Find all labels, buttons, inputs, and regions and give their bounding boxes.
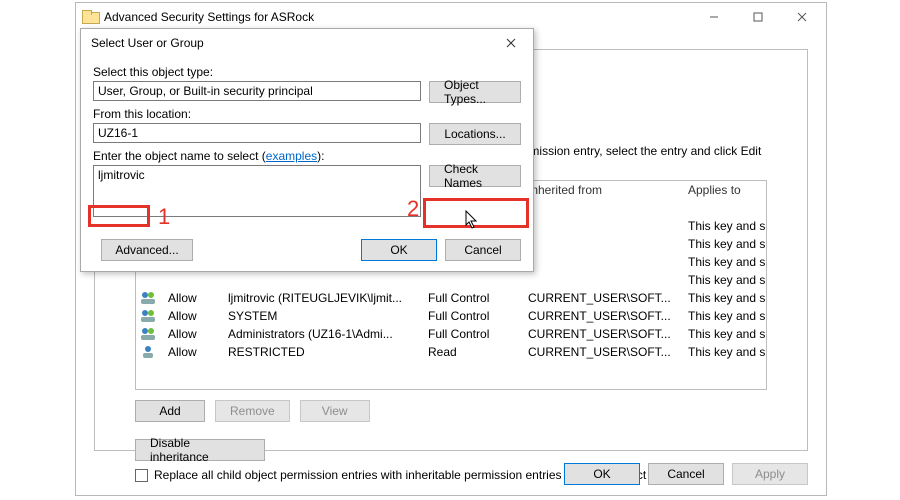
cell-applies: This key and subkeys (688, 237, 766, 251)
locations-button[interactable]: Locations... (429, 123, 521, 145)
object-name-label: Enter the object name to select (example… (93, 149, 521, 163)
cell-applies: This key and subkeys (688, 291, 766, 305)
dialog-footer: Advanced... OK Cancel (93, 239, 521, 261)
cell-access: Full Control (428, 309, 528, 323)
table-row[interactable]: Allow ljmitrovic (RITEUGLJEVIK\ljmit... … (136, 289, 766, 307)
cell-principal: ljmitrovic (RITEUGLJEVIK\ljmit... (228, 291, 428, 305)
cell-type: Allow (168, 309, 228, 323)
cancel-button[interactable]: Cancel (648, 463, 724, 485)
advanced-button[interactable]: Advanced... (101, 239, 193, 261)
cell-principal: SYSTEM (228, 309, 428, 323)
cell-applies: This key and subkeys (688, 309, 766, 323)
object-type-field[interactable]: User, Group, or Built-in security princi… (93, 81, 421, 101)
cell-type: Allow (168, 291, 228, 305)
apply-button: Apply (732, 463, 808, 485)
dialog-footer: OK Cancel Apply (564, 463, 808, 485)
cell-applies: This key and subkeys (688, 255, 766, 269)
object-type-label: Select this object type: (93, 65, 521, 79)
cell-type: Allow (168, 345, 228, 359)
add-button[interactable]: Add (135, 400, 205, 422)
col-applies: Applies to (688, 183, 762, 197)
user-icon (140, 345, 156, 359)
maximize-button[interactable] (736, 3, 780, 31)
cell-applies: This key and subkeys (688, 219, 766, 233)
titlebar: Advanced Security Settings for ASRock (76, 3, 826, 31)
table-row[interactable]: Allow Administrators (UZ16-1\Admi... Ful… (136, 325, 766, 343)
object-types-button[interactable]: Object Types... (429, 81, 521, 103)
group-icon (140, 291, 156, 305)
close-button[interactable] (780, 3, 824, 31)
dialog-close-button[interactable] (491, 29, 531, 57)
view-button: View (300, 400, 370, 422)
table-row[interactable]: Allow SYSTEM Full Control CURRENT_USER\S… (136, 307, 766, 325)
cell-applies: This key and subkeys (688, 345, 766, 359)
cell-principal: RESTRICTED (228, 345, 428, 359)
cell-applies: This key and subkeys (688, 273, 766, 287)
folder-icon (82, 10, 98, 24)
cell-access: Full Control (428, 327, 528, 341)
disable-inheritance-row: Disable inheritance (135, 436, 265, 461)
minimize-button[interactable] (692, 3, 736, 31)
select-user-dialog: Select User or Group Select this object … (80, 28, 534, 272)
location-label: From this location: (93, 107, 521, 121)
group-icon (140, 309, 156, 323)
cell-type: Allow (168, 327, 228, 341)
examples-link[interactable]: examples (266, 149, 317, 163)
table-row[interactable]: Allow RESTRICTED Read CURRENT_USER\SOFT.… (136, 343, 766, 361)
dialog-titlebar: Select User or Group (81, 29, 533, 57)
cell-applies: This key and subkeys (688, 327, 766, 341)
location-field[interactable]: UZ16-1 (93, 123, 421, 143)
permission-buttons: Add Remove View (135, 400, 370, 422)
disable-inheritance-button[interactable]: Disable inheritance (135, 439, 265, 461)
cell-inherited: CURRENT_USER\SOFT... (528, 291, 688, 305)
table-row[interactable]: This key and subkeys (136, 271, 766, 289)
cell-inherited: CURRENT_USER\SOFT... (528, 309, 688, 323)
remove-button: Remove (215, 400, 290, 422)
cell-inherited: CURRENT_USER\SOFT... (528, 327, 688, 341)
window-buttons (692, 3, 824, 31)
cell-inherited: CURRENT_USER\SOFT... (528, 345, 688, 359)
cell-access: Full Control (428, 291, 528, 305)
ok-button[interactable]: OK (564, 463, 640, 485)
group-icon (140, 327, 156, 341)
replace-children-checkbox[interactable] (135, 469, 148, 482)
col-inherited: Inherited from (528, 183, 688, 197)
cell-principal: Administrators (UZ16-1\Admi... (228, 327, 428, 341)
window-title: Advanced Security Settings for ASRock (104, 10, 692, 24)
ok-button[interactable]: OK (361, 239, 437, 261)
dialog-title: Select User or Group (87, 36, 491, 50)
cancel-button[interactable]: Cancel (445, 239, 521, 261)
cell-access: Read (428, 345, 528, 359)
check-names-button[interactable]: Check Names (429, 165, 521, 187)
object-name-input[interactable]: ljmitrovic (93, 165, 421, 217)
